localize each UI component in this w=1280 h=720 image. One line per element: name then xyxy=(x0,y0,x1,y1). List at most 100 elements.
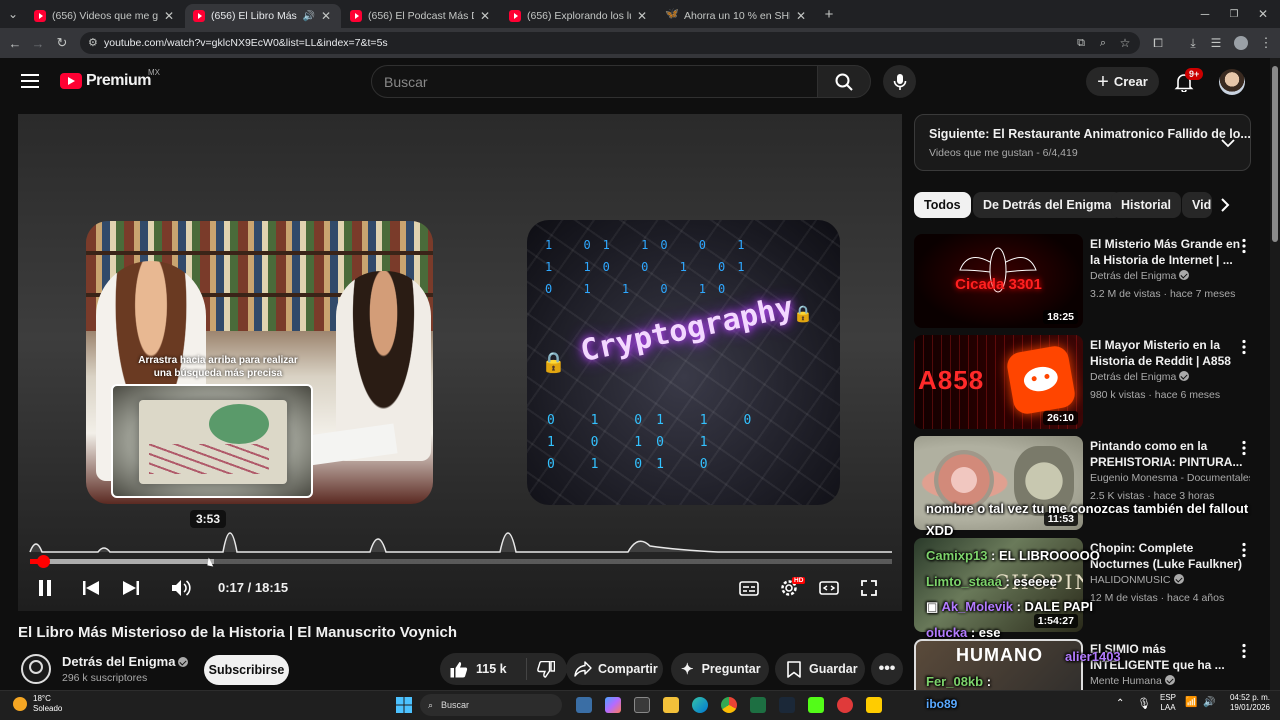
wifi-icon[interactable]: 📶 xyxy=(1185,697,1197,708)
expand-chevron-icon[interactable] xyxy=(1221,135,1235,149)
recommendation-thumbnail[interactable]: A858 26:10 xyxy=(914,335,1083,429)
kick-icon[interactable] xyxy=(808,697,824,713)
share-button[interactable]: Compartir xyxy=(566,653,663,685)
tab-search-button[interactable]: ⌄ xyxy=(4,5,22,23)
system-tray-chevron-icon[interactable]: ⌃ xyxy=(1116,698,1124,709)
clock[interactable]: 04:52 p. m. 19/01/2026 xyxy=(1222,693,1270,713)
file-explorer-icon[interactable] xyxy=(663,697,679,713)
search-button[interactable] xyxy=(817,65,871,98)
reading-list-icon[interactable]: ☰ xyxy=(1207,34,1225,52)
create-button[interactable]: + Crear xyxy=(1086,67,1159,96)
store-icon[interactable] xyxy=(634,697,650,713)
save-button[interactable]: Guardar xyxy=(775,653,865,685)
extensions-icon[interactable]: ⧠ xyxy=(1149,34,1167,52)
channel-avatar[interactable] xyxy=(21,654,51,684)
close-tab-icon[interactable]: ✕ xyxy=(162,9,176,23)
ask-button[interactable]: ✦ Preguntar xyxy=(671,653,769,685)
obs-icon[interactable] xyxy=(837,697,853,713)
recommendation-item[interactable]: Cicada 3301 18:25 El Misterio Más Grande… xyxy=(914,234,1259,328)
chip-all[interactable]: Todos xyxy=(914,192,971,218)
chips-next-arrow-icon[interactable] xyxy=(1219,197,1239,213)
browser-tab-shop[interactable]: Ahorra un 10 % en SHE WAS SI ✕ xyxy=(658,4,816,28)
voice-search-button[interactable] xyxy=(883,65,916,98)
download-icon[interactable]: ⤓ xyxy=(1184,34,1202,52)
edge-icon[interactable] xyxy=(692,697,708,713)
zoom-icon[interactable]: ⌕ xyxy=(1094,34,1112,52)
fullscreen-button[interactable] xyxy=(859,579,879,597)
language-indicator[interactable]: ESP LAA xyxy=(1160,693,1176,713)
volume-tray-icon[interactable]: 🔊 xyxy=(1203,697,1215,708)
weather-widget[interactable]: 18°C Soleado xyxy=(33,694,62,714)
recommendation-title[interactable]: El Mayor Misterio en la Historia de Reddi… xyxy=(1090,337,1250,369)
more-vertical-icon[interactable] xyxy=(1241,440,1247,456)
maximize-icon[interactable]: ❐ xyxy=(1225,5,1243,23)
subscribe-button[interactable]: Subscribirse xyxy=(204,655,289,685)
recommendation-channel[interactable]: HALIDONMUSIC xyxy=(1090,574,1250,586)
recommendation-channel[interactable]: Mente Humana xyxy=(1090,675,1250,687)
scrollbar-thumb[interactable] xyxy=(1272,66,1278,242)
chip-videos[interactable]: Vid xyxy=(1182,192,1212,218)
previous-button[interactable] xyxy=(82,579,100,597)
new-tab-button[interactable]: + xyxy=(820,5,838,23)
browser-tab-podcast[interactable]: (656) El Podcast Más DEGENER ✕ xyxy=(342,4,500,28)
more-vertical-icon[interactable] xyxy=(1241,238,1247,254)
recommendation-item[interactable]: A858 26:10 El Mayor Misterio en la Histor… xyxy=(914,335,1259,429)
chip-channel[interactable]: De Detrás del Enigma xyxy=(973,192,1122,218)
taskbar-search[interactable]: ⌕ Buscar xyxy=(420,694,562,716)
cast-icon[interactable]: ⧉ xyxy=(1072,34,1090,52)
channel-name[interactable]: Detrás del Enigma xyxy=(62,654,189,669)
reload-icon[interactable]: ↻ xyxy=(53,34,71,52)
browser-tab-exploring[interactable]: (656) Explorando los lugares m ✕ xyxy=(501,4,657,28)
notifications-button[interactable]: 9+ xyxy=(1174,68,1204,93)
close-window-icon[interactable]: ✕ xyxy=(1254,5,1272,23)
settings-button[interactable]: HD xyxy=(778,577,806,598)
speaker-icon[interactable]: 🔊 xyxy=(303,11,315,22)
video-player[interactable]: 1 01 10 0 1 1 10 0 1 01 0 1 1 0 10 0 1 01… xyxy=(18,114,902,611)
steam-icon[interactable] xyxy=(779,697,795,713)
recommendation-thumbnail[interactable]: Cicada 3301 18:25 xyxy=(914,234,1083,328)
more-vertical-icon[interactable] xyxy=(1241,339,1247,355)
avatar[interactable] xyxy=(1219,69,1245,95)
close-tab-icon[interactable]: ✕ xyxy=(635,9,649,23)
subtitles-button[interactable] xyxy=(738,579,760,597)
youtube-logo-icon[interactable] xyxy=(60,73,82,89)
progress-scrubber[interactable] xyxy=(36,555,50,568)
dislike-button[interactable] xyxy=(537,660,556,678)
bookmark-star-icon[interactable]: ☆ xyxy=(1116,34,1134,52)
back-icon[interactable]: ← xyxy=(6,34,24,52)
windows-start-icon[interactable] xyxy=(396,697,412,713)
search-input[interactable]: Buscar xyxy=(371,65,818,98)
profile-icon[interactable] xyxy=(1232,34,1250,52)
close-tab-icon[interactable]: ✕ xyxy=(478,9,492,23)
microphone-tray-icon[interactable]: 🎙 xyxy=(1137,697,1151,710)
forward-icon[interactable]: → xyxy=(29,34,47,52)
address-bar[interactable]: ⚙ youtube.com/watch?v=gklcNX9EcW0&list=L… xyxy=(80,32,1140,54)
recommendation-title[interactable]: Pintando como en la PREHISTORIA: PINTURA.… xyxy=(1090,438,1250,470)
hamburger-menu-icon[interactable] xyxy=(21,73,39,89)
recommendation-channel[interactable]: Detrás del Enigma xyxy=(1090,371,1250,383)
task-view-icon[interactable] xyxy=(576,697,592,713)
close-tab-icon[interactable]: ✕ xyxy=(319,9,333,23)
pause-button[interactable] xyxy=(36,579,54,597)
site-info-icon[interactable]: ⚙ xyxy=(88,36,98,49)
minimize-icon[interactable]: ─ xyxy=(1196,5,1214,23)
theater-mode-button[interactable] xyxy=(818,579,840,597)
more-actions-button[interactable]: ••• xyxy=(871,653,903,685)
sun-icon[interactable] xyxy=(13,697,27,711)
page-scrollbar[interactable] xyxy=(1270,58,1280,690)
copilot-icon[interactable] xyxy=(605,697,621,713)
browser-tab-active-video[interactable]: (656) El Libro Más Misterio 🔊 ✕ xyxy=(185,4,341,28)
volume-button[interactable] xyxy=(171,578,193,598)
recommendation-title[interactable]: El Misterio Más Grande en la Historia de … xyxy=(1090,236,1250,268)
more-vertical-icon[interactable] xyxy=(1241,542,1247,558)
logo-text[interactable]: Premium xyxy=(86,72,151,90)
recommendation-channel[interactable]: Detrás del Enigma xyxy=(1090,270,1250,282)
excel-icon[interactable] xyxy=(750,697,766,713)
browser-menu-icon[interactable]: ⋮ xyxy=(1257,34,1275,52)
app-icon[interactable] xyxy=(866,697,882,713)
next-button[interactable] xyxy=(122,579,140,597)
browser-tab-liked-videos[interactable]: (656) Videos que me gustan - Y ✕ xyxy=(26,4,184,28)
recommendation-channel[interactable]: Eugenio Monesma - Documentales... xyxy=(1090,472,1250,484)
recommendation-title[interactable]: Chopin: Complete Nocturnes (Luke Faulkner… xyxy=(1090,540,1250,572)
more-vertical-icon[interactable] xyxy=(1241,643,1247,659)
